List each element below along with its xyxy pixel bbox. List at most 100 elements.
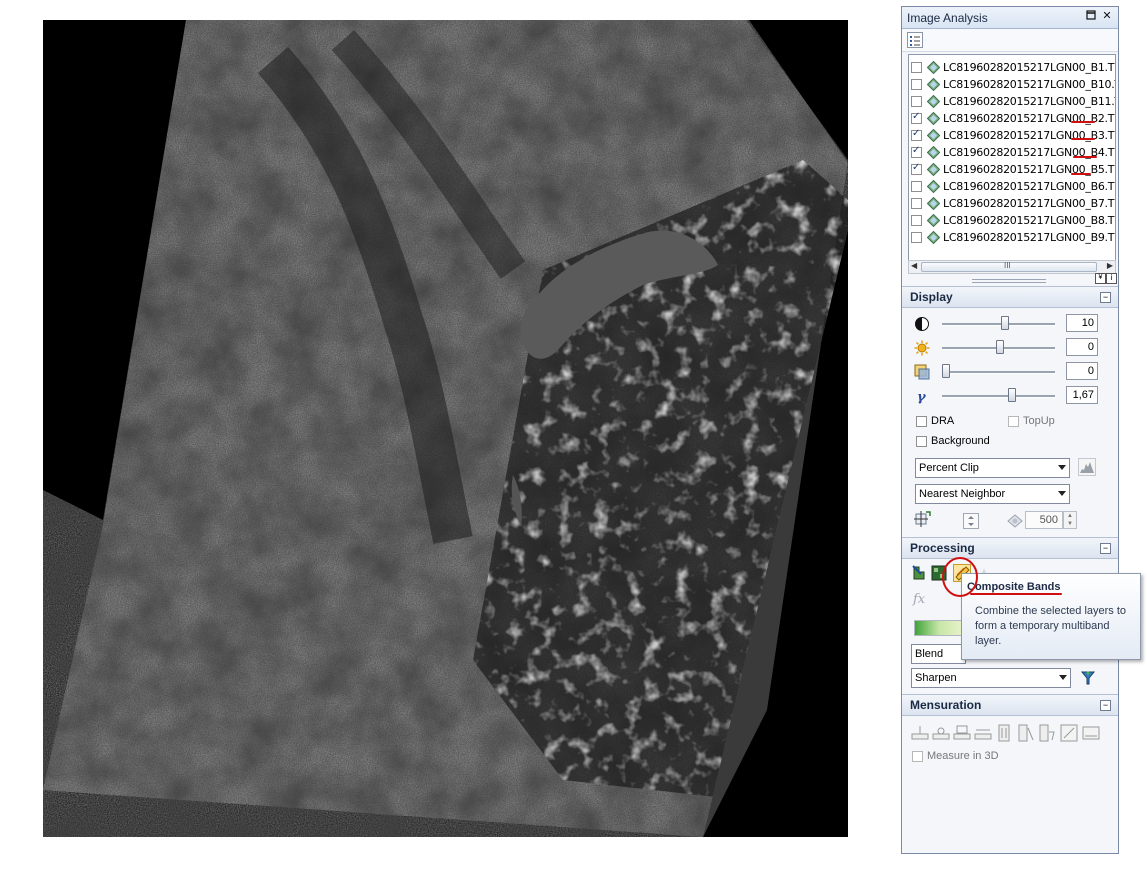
underline-annotation <box>1071 138 1095 140</box>
layer-checkbox[interactable] <box>911 62 922 73</box>
measure-centroid-icon[interactable] <box>953 724 971 742</box>
measure-area-icon[interactable] <box>1038 724 1056 742</box>
sharpen-select[interactable]: Sharpen <box>911 668 1071 688</box>
resampling-select[interactable]: Nearest Neighbor <box>915 484 1070 504</box>
close-icon[interactable]: ✕ <box>1101 10 1113 22</box>
layer-checkbox[interactable] <box>911 79 922 90</box>
underline-annotation <box>1073 156 1097 158</box>
blend-value: Blend <box>915 648 944 660</box>
gamma-icon: γ <box>917 390 927 404</box>
layer-checkbox[interactable] <box>911 128 922 141</box>
scroll-right-icon[interactable]: ▶ <box>1107 261 1113 270</box>
resolution-icon <box>1007 514 1023 528</box>
underline-annotation <box>970 593 1062 595</box>
layer-name: LC81960282015217LGN00_B2.TIF <box>943 112 1116 125</box>
mensuration-toolbar <box>911 724 1111 744</box>
measure-settings-icon[interactable] <box>1082 724 1100 742</box>
measure-angle-icon[interactable] <box>1060 724 1078 742</box>
blend-select[interactable]: Blend <box>911 644 966 664</box>
svg-text:γ: γ <box>917 390 927 404</box>
satellite-image <box>43 20 848 837</box>
brightness-slider-thumb[interactable] <box>995 340 1004 354</box>
scroll-thumb[interactable]: III <box>921 261 1097 272</box>
transparency-slider[interactable] <box>942 371 1055 374</box>
measure-distance-icon[interactable] <box>974 724 992 742</box>
layer-list[interactable]: LC81960282015217LGN00_B1.TIF LC8196028201… <box>908 54 1116 272</box>
layer-checkbox[interactable] <box>911 181 922 192</box>
histogram-icon[interactable] <box>1078 458 1096 476</box>
layer-toolbar <box>902 29 1118 52</box>
stretch-type-value: Percent Clip <box>919 462 979 474</box>
resolution-value-field[interactable]: 500 <box>1025 511 1063 529</box>
layer-checkbox[interactable] <box>911 145 922 158</box>
resolution-spinner[interactable]: ▲ ▼ <box>1063 511 1077 529</box>
background-label: Background <box>931 435 990 447</box>
layer-list-hscrollbar[interactable]: ◀ III ▶ <box>908 260 1116 274</box>
measure-in-3d-checkbox-box[interactable] <box>912 751 923 762</box>
display-section-header[interactable]: Display − <box>902 286 1118 308</box>
gamma-value-field[interactable]: 1,67 <box>1066 386 1098 404</box>
raster-layer-icon <box>927 112 940 125</box>
panel-title: Image Analysis <box>907 11 988 25</box>
pansharpen-icon[interactable] <box>1079 669 1097 687</box>
measure-height-icon[interactable] <box>911 724 929 742</box>
transparency-slider-row: 0 <box>914 361 1114 383</box>
gamma-slider[interactable] <box>942 395 1055 398</box>
layer-checkbox[interactable] <box>911 96 922 107</box>
contrast-icon <box>915 317 929 331</box>
raster-layer-icon <box>927 78 940 91</box>
collapse-down-icon[interactable]: ¥ <box>1095 273 1106 284</box>
underline-annotation <box>1071 121 1095 123</box>
display-title: Display <box>910 290 953 304</box>
color-ramp-preview[interactable] <box>914 620 964 636</box>
chevron-down-icon <box>1058 491 1066 496</box>
measure-shadow-icon[interactable] <box>1017 724 1035 742</box>
underline-annotation <box>1071 173 1091 175</box>
layer-name: LC81960282015217LGN00_B9.TIF <box>943 231 1116 244</box>
layer-name: LC81960282015217LGN00_B8.TIF <box>943 214 1116 227</box>
info-icon[interactable]: i <box>1106 273 1117 284</box>
brightness-value-field[interactable]: 0 <box>1066 338 1098 356</box>
background-checkbox-box[interactable] <box>916 436 927 447</box>
gamma-slider-thumb[interactable] <box>1008 388 1017 402</box>
measure-point-icon[interactable] <box>932 724 950 742</box>
panel-splitter[interactable] <box>972 279 1046 283</box>
list-options-icon[interactable] <box>907 32 923 48</box>
resolution-adjust-icon[interactable] <box>962 512 980 530</box>
sharpen-value: Sharpen <box>915 672 957 684</box>
raster-layer-icon <box>927 95 940 108</box>
restore-icon[interactable] <box>1085 10 1097 22</box>
collapse-icon[interactable]: − <box>1100 543 1111 554</box>
measure-in-3d-label: Measure in 3D <box>927 750 999 762</box>
transparency-value-field[interactable]: 0 <box>1066 362 1098 380</box>
composite-bands-tooltip: Composite Bands Combine the selected lay… <box>961 573 1141 660</box>
layer-checkbox[interactable] <box>911 162 922 175</box>
contrast-slider[interactable] <box>942 323 1055 326</box>
chevron-down-icon <box>1058 465 1066 470</box>
dra-label: DRA <box>931 415 955 427</box>
map-view[interactable] <box>43 20 848 837</box>
scroll-left-icon[interactable]: ◀ <box>911 261 917 270</box>
layer-checkbox[interactable] <box>911 232 922 243</box>
mensuration-section-header[interactable]: Mensuration − <box>902 694 1118 716</box>
collapse-icon[interactable]: − <box>1100 700 1111 711</box>
transparency-icon <box>914 364 930 380</box>
contrast-slider-thumb[interactable] <box>1000 316 1009 330</box>
layer-name: LC81960282015217LGN00_B11.TIF <box>943 95 1116 108</box>
contrast-value-field[interactable]: 10 <box>1066 314 1098 332</box>
layer-checkbox[interactable] <box>911 215 922 226</box>
transparency-slider-thumb[interactable] <box>942 364 950 378</box>
topup-checkbox-box[interactable] <box>1008 416 1019 427</box>
zoom-to-resolution-icon[interactable] <box>914 510 932 528</box>
raster-function-icon[interactable]: fx <box>911 589 929 607</box>
stretch-type-select[interactable]: Percent Clip <box>915 458 1070 478</box>
layer-checkbox[interactable] <box>911 111 922 124</box>
raster-layer-icon <box>927 129 940 142</box>
collapse-icon[interactable]: − <box>1100 292 1111 303</box>
layer-name: LC81960282015217LGN00_B10.TIF <box>943 78 1116 91</box>
clip-icon[interactable] <box>911 564 929 582</box>
dra-checkbox-box[interactable] <box>916 416 927 427</box>
layer-checkbox[interactable] <box>911 198 922 209</box>
processing-section-header[interactable]: Processing − <box>902 537 1118 559</box>
measure-top-icon[interactable] <box>995 724 1013 742</box>
